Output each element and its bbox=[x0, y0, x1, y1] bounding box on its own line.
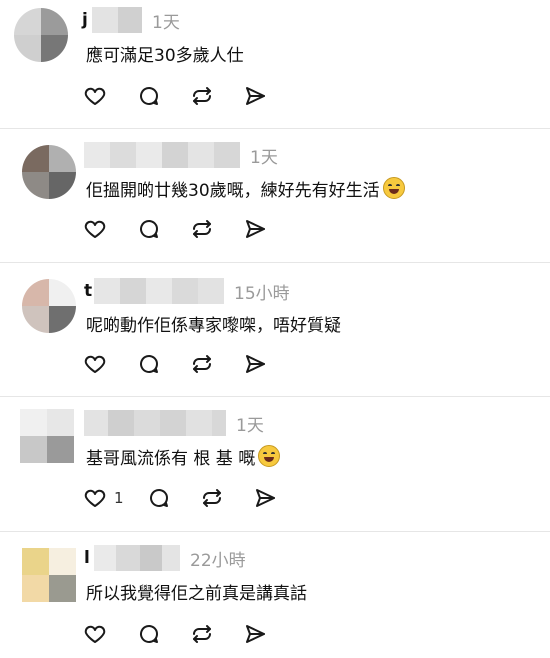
comment-item: t 15小時 呢啲動作佢係專家嚟㗎，唔好質疑 bbox=[0, 263, 550, 396]
timestamp[interactable]: 1天 bbox=[236, 411, 264, 436]
comment-header: 1天 bbox=[84, 142, 278, 168]
action-bar bbox=[82, 621, 268, 647]
heart-icon[interactable] bbox=[82, 621, 108, 647]
repost-icon[interactable] bbox=[189, 351, 215, 377]
heart-icon[interactable] bbox=[82, 216, 108, 242]
repost-icon[interactable] bbox=[189, 621, 215, 647]
avatar[interactable] bbox=[22, 279, 76, 333]
username-blurred bbox=[94, 545, 180, 571]
share-icon[interactable] bbox=[242, 621, 268, 647]
comment-item: j 1天 應可滿足30多歲人仕 bbox=[0, 0, 550, 128]
comment-icon[interactable] bbox=[136, 216, 162, 242]
username[interactable]: l bbox=[84, 548, 94, 568]
username[interactable]: t bbox=[84, 281, 94, 301]
share-icon[interactable] bbox=[242, 83, 268, 109]
comment-item: 1天 基哥風流係有 根 基 嘅 1 bbox=[0, 397, 550, 531]
share-icon[interactable] bbox=[242, 351, 268, 377]
avatar[interactable] bbox=[20, 409, 74, 463]
repost-icon[interactable] bbox=[199, 485, 225, 511]
comment-header: 1天 bbox=[84, 410, 264, 436]
username-blurred bbox=[84, 410, 226, 436]
timestamp[interactable]: 1天 bbox=[152, 8, 180, 33]
username-blurred bbox=[84, 142, 240, 168]
comment-feed: j 1天 應可滿足30多歲人仕 1天 佢搵開啲廿幾30歲嘅，練好先有好生活 t … bbox=[0, 0, 550, 658]
repost-icon[interactable] bbox=[189, 216, 215, 242]
comment-text-body: 佢搵開啲廿幾30歲嘅，練好先有好生活 bbox=[86, 181, 380, 201]
comment-header: j 1天 bbox=[82, 7, 180, 33]
comment-icon[interactable] bbox=[136, 621, 162, 647]
comment-text-body: 基哥風流係有 根 基 嘅 bbox=[86, 449, 256, 469]
timestamp[interactable]: 15小時 bbox=[234, 279, 290, 304]
share-icon[interactable] bbox=[252, 485, 278, 511]
heart-icon[interactable] bbox=[82, 83, 108, 109]
comment-text: 所以我覺得佢之前真是講真話 bbox=[86, 584, 307, 604]
share-icon[interactable] bbox=[242, 216, 268, 242]
avatar[interactable] bbox=[14, 8, 68, 62]
comment-header: l 22小時 bbox=[84, 545, 246, 571]
avatar[interactable] bbox=[22, 548, 76, 602]
comment-text: 基哥風流係有 根 基 嘅 bbox=[86, 444, 281, 469]
timestamp[interactable]: 22小時 bbox=[190, 546, 246, 571]
sweat-smile-emoji bbox=[382, 177, 405, 199]
heart-icon[interactable] bbox=[82, 485, 108, 511]
action-bar bbox=[82, 83, 268, 109]
comment-item: l 22小時 所以我覺得佢之前真是講真話 bbox=[0, 532, 550, 658]
heart-icon[interactable] bbox=[82, 351, 108, 377]
laughing-tears-emoji bbox=[258, 445, 281, 467]
like-count: 1 bbox=[114, 489, 124, 507]
comment-icon[interactable] bbox=[146, 485, 172, 511]
comment-text: 佢搵開啲廿幾30歲嘅，練好先有好生活 bbox=[86, 176, 405, 201]
action-bar: 1 bbox=[82, 485, 278, 511]
action-bar bbox=[82, 351, 268, 377]
timestamp[interactable]: 1天 bbox=[250, 143, 278, 168]
comment-icon[interactable] bbox=[136, 83, 162, 109]
comment-header: t 15小時 bbox=[84, 278, 290, 304]
action-bar bbox=[82, 216, 268, 242]
repost-icon[interactable] bbox=[189, 83, 215, 109]
comment-item: 1天 佢搵開啲廿幾30歲嘅，練好先有好生活 bbox=[0, 129, 550, 262]
comment-icon[interactable] bbox=[136, 351, 162, 377]
comment-text: 呢啲動作佢係專家嚟㗎，唔好質疑 bbox=[86, 316, 341, 336]
username[interactable]: j bbox=[82, 10, 92, 30]
comment-text: 應可滿足30多歲人仕 bbox=[86, 46, 244, 66]
username-blurred bbox=[94, 278, 224, 304]
avatar[interactable] bbox=[22, 145, 76, 199]
username-blurred bbox=[92, 7, 142, 33]
